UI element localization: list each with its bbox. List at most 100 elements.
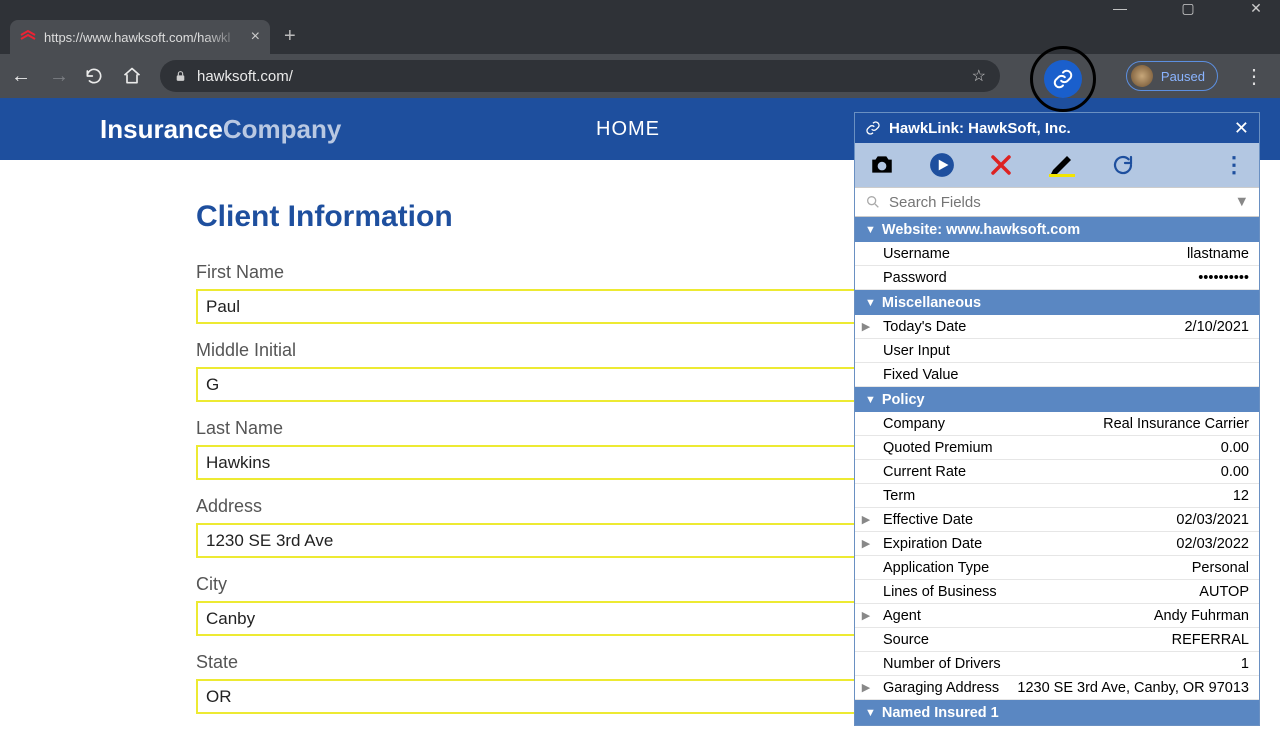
panel-row[interactable]: User Input [855,339,1259,363]
panel-close-button[interactable]: ✕ [1234,118,1249,139]
expand-caret-icon: ▶ [855,609,877,622]
row-value: 2/10/2021 [1184,319,1249,335]
row-label: Expiration Date [877,536,1176,552]
collapse-caret-icon: ▼ [865,707,876,719]
tab-close-button[interactable]: × [251,28,260,46]
panel-row[interactable]: Fixed Value [855,363,1259,387]
dropdown-caret-icon[interactable]: ▼ [1235,194,1249,210]
panel-row[interactable]: Current Rate0.00 [855,460,1259,484]
panel-row[interactable]: ▶AgentAndy Fuhrman [855,604,1259,628]
cancel-x-icon[interactable] [989,153,1013,177]
row-value: 1230 SE 3rd Ave, Canby, OR 97013 [1017,680,1249,696]
link-icon [865,120,881,136]
refresh-icon[interactable] [1111,153,1135,177]
panel-row[interactable]: Number of Drivers1 [855,652,1259,676]
panel-row[interactable]: Quoted Premium0.00 [855,436,1259,460]
row-value: Real Insurance Carrier [1103,416,1249,432]
panel-row[interactable]: SourceREFERRAL [855,628,1259,652]
section-misc-header[interactable]: ▼ Miscellaneous [855,290,1259,315]
panel-row[interactable]: Usernamellastname [855,242,1259,266]
row-label: Application Type [877,560,1192,576]
row-value: llastname [1187,246,1249,262]
profile-status: Paused [1161,69,1205,84]
close-window-button[interactable]: ✕ [1236,0,1276,17]
brand-secondary: Company [223,114,341,144]
browser-tab[interactable]: https://www.hawksoft.com/hawkl × [10,20,270,54]
home-button[interactable] [122,66,148,86]
row-label: Quoted Premium [877,440,1221,456]
row-value: 02/03/2021 [1176,512,1249,528]
section-policy-header[interactable]: ▼ Policy [855,387,1259,412]
search-input[interactable] [889,194,1227,211]
minimize-button[interactable]: — [1100,0,1140,16]
row-label: Term [877,488,1233,504]
panel-title: HawkLink: HawkSoft, Inc. [889,120,1226,137]
row-label: Current Rate [877,464,1221,480]
section-named-insured-title: Named Insured 1 [882,705,999,721]
back-button[interactable]: ← [8,65,34,88]
brand-logo: InsuranceCompany [100,114,341,145]
section-misc-title: Miscellaneous [882,295,981,311]
section-website-header[interactable]: ▼ Website: www.hawksoft.com [855,217,1259,242]
tab-strip: https://www.hawksoft.com/hawkl × + [0,18,1280,54]
panel-header[interactable]: HawkLink: HawkSoft, Inc. ✕ [855,113,1259,143]
row-value: 0.00 [1221,464,1249,480]
tab-title: https://www.hawksoft.com/hawkl [44,30,243,45]
extension-highlight-circle [1030,46,1096,112]
section-named-insured-header[interactable]: ▼ Named Insured 1 [855,700,1259,725]
row-value: •••••••••• [1198,270,1249,286]
new-tab-button[interactable]: + [284,25,296,48]
row-label: Fixed Value [877,367,1249,383]
row-label: User Input [877,343,1249,359]
panel-search[interactable]: ▼ [855,187,1259,217]
row-value: 02/03/2022 [1176,536,1249,552]
row-value: Andy Fuhrman [1154,608,1249,624]
maximize-button[interactable]: ▢ [1168,0,1208,17]
expand-caret-icon: ▶ [855,681,877,694]
row-label: Company [877,416,1103,432]
row-label: Today's Date [877,319,1184,335]
search-icon [865,194,881,210]
expand-caret-icon: ▶ [855,320,877,333]
panel-row[interactable]: Password•••••••••• [855,266,1259,290]
profile-chip[interactable]: Paused [1126,61,1218,91]
row-label: Username [877,246,1187,262]
expand-caret-icon: ▶ [855,537,877,550]
collapse-caret-icon: ▼ [865,297,876,309]
collapse-caret-icon: ▼ [865,394,876,406]
row-value: 1 [1241,656,1249,672]
panel-row[interactable]: ▶Effective Date02/03/2021 [855,508,1259,532]
forward-button[interactable]: → [46,65,72,88]
url-text: hawksoft.com/ [197,68,293,85]
panel-row[interactable]: ▶Garaging Address1230 SE 3rd Ave, Canby,… [855,676,1259,700]
panel-menu-button[interactable]: ⋮ [1223,152,1245,178]
section-policy-title: Policy [882,392,925,408]
row-value: 12 [1233,488,1249,504]
nav-home-link[interactable]: HOME [596,118,660,141]
play-icon[interactable] [929,152,955,178]
row-label: Effective Date [877,512,1176,528]
panel-row[interactable]: ▶Expiration Date02/03/2022 [855,532,1259,556]
row-label: Number of Drivers [877,656,1241,672]
bookmark-star-icon[interactable]: ☆ [972,66,986,86]
row-label: Garaging Address [877,680,1017,696]
row-value: Personal [1192,560,1249,576]
panel-row[interactable]: ▶Today's Date2/10/2021 [855,315,1259,339]
browser-menu-button[interactable]: ⋮ [1230,64,1272,89]
panel-row[interactable]: Lines of BusinessAUTOP [855,580,1259,604]
tab-favicon-icon [20,29,36,45]
row-value: AUTOP [1199,584,1249,600]
panel-row[interactable]: CompanyReal Insurance Carrier [855,412,1259,436]
avatar [1131,65,1153,87]
panel-row[interactable]: Term12 [855,484,1259,508]
hawklink-extension-button[interactable] [1044,60,1082,98]
window-controls: — ▢ ✕ [0,0,1280,18]
panel-row[interactable]: Application TypePersonal [855,556,1259,580]
expand-caret-icon: ▶ [855,513,877,526]
camera-icon[interactable] [869,154,895,176]
highlighter-icon[interactable] [1047,152,1077,178]
address-bar[interactable]: hawksoft.com/ ☆ [160,60,1000,92]
lock-icon [174,70,187,83]
reload-button[interactable] [84,66,110,86]
row-value: REFERRAL [1172,632,1249,648]
